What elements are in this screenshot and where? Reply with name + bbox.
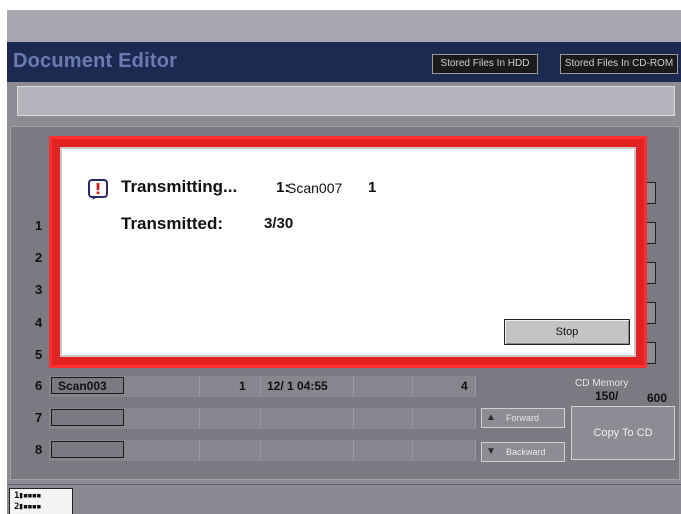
row-number: 4	[35, 315, 43, 330]
status-line-2: 2▮▪▪▪▪	[14, 502, 41, 512]
stored-files-cdrom-button[interactable]: Stored Files In CD-ROM	[560, 54, 678, 74]
cd-memory-total: 600	[647, 391, 668, 405]
pages-value: 4	[461, 379, 468, 393]
status-line-1: 1▮▪▪▪▪	[14, 491, 41, 501]
cd-memory-used: 150/	[595, 389, 619, 403]
backward-button[interactable]: ▼ Backward	[481, 442, 565, 462]
table-row[interactable]	[49, 408, 476, 429]
row-number: 1	[35, 218, 43, 233]
alert-icon	[88, 179, 108, 200]
bottom-status-bar	[7, 484, 681, 514]
cd-memory-label: CD Memory	[575, 378, 629, 389]
message-bar	[17, 86, 675, 116]
row-number: 5	[35, 347, 43, 362]
file-name-button[interactable]	[51, 409, 124, 426]
page-title: Document Editor	[13, 50, 178, 72]
row-number: 2	[35, 250, 43, 265]
file-name-button[interactable]	[51, 441, 124, 458]
forward-button[interactable]: ▲ Forward	[481, 408, 565, 428]
table-row[interactable]	[49, 440, 476, 461]
job-file-name: Scan007	[287, 180, 343, 196]
stop-button[interactable]: Stop	[504, 319, 630, 345]
transmitted-label: Transmitted:	[121, 214, 224, 233]
file-name-button[interactable]: Scan003	[51, 377, 124, 394]
transmitting-status: Transmitting...	[121, 177, 238, 196]
copies-value: 1	[239, 379, 246, 393]
job-count: 1	[368, 179, 377, 196]
stored-files-hdd-button[interactable]: Stored Files In HDD	[432, 54, 538, 74]
row-number: 7	[35, 410, 43, 425]
dialog-content: Transmitting... 1: Scan007 1 Transmitted…	[60, 147, 636, 357]
backward-label: Backward	[506, 447, 546, 457]
row-number: 3	[35, 282, 43, 297]
triangle-down-icon: ▼	[486, 446, 496, 457]
status-indicator: 1▮▪▪▪▪ 2▮▪▪▪▪	[9, 488, 73, 514]
screen: Document Editor Stored Files In HDD Stor…	[7, 10, 681, 514]
triangle-up-icon: ▲	[486, 412, 496, 423]
row-number: 6	[35, 378, 43, 393]
transmitting-dialog: Transmitting... 1: Scan007 1 Transmitted…	[49, 136, 647, 368]
row-number: 8	[35, 442, 43, 457]
copy-to-cd-button[interactable]: Copy To CD	[571, 406, 675, 460]
table-row[interactable]: Scan003 1 12/ 1 04:55 4	[49, 376, 476, 397]
transmitted-value: 3/30	[264, 215, 294, 232]
header-bar: Document Editor Stored Files In HDD Stor…	[7, 42, 681, 82]
date-value: 12/ 1 04:55	[267, 379, 328, 393]
forward-label: Forward	[506, 413, 540, 423]
top-strip	[7, 10, 681, 42]
